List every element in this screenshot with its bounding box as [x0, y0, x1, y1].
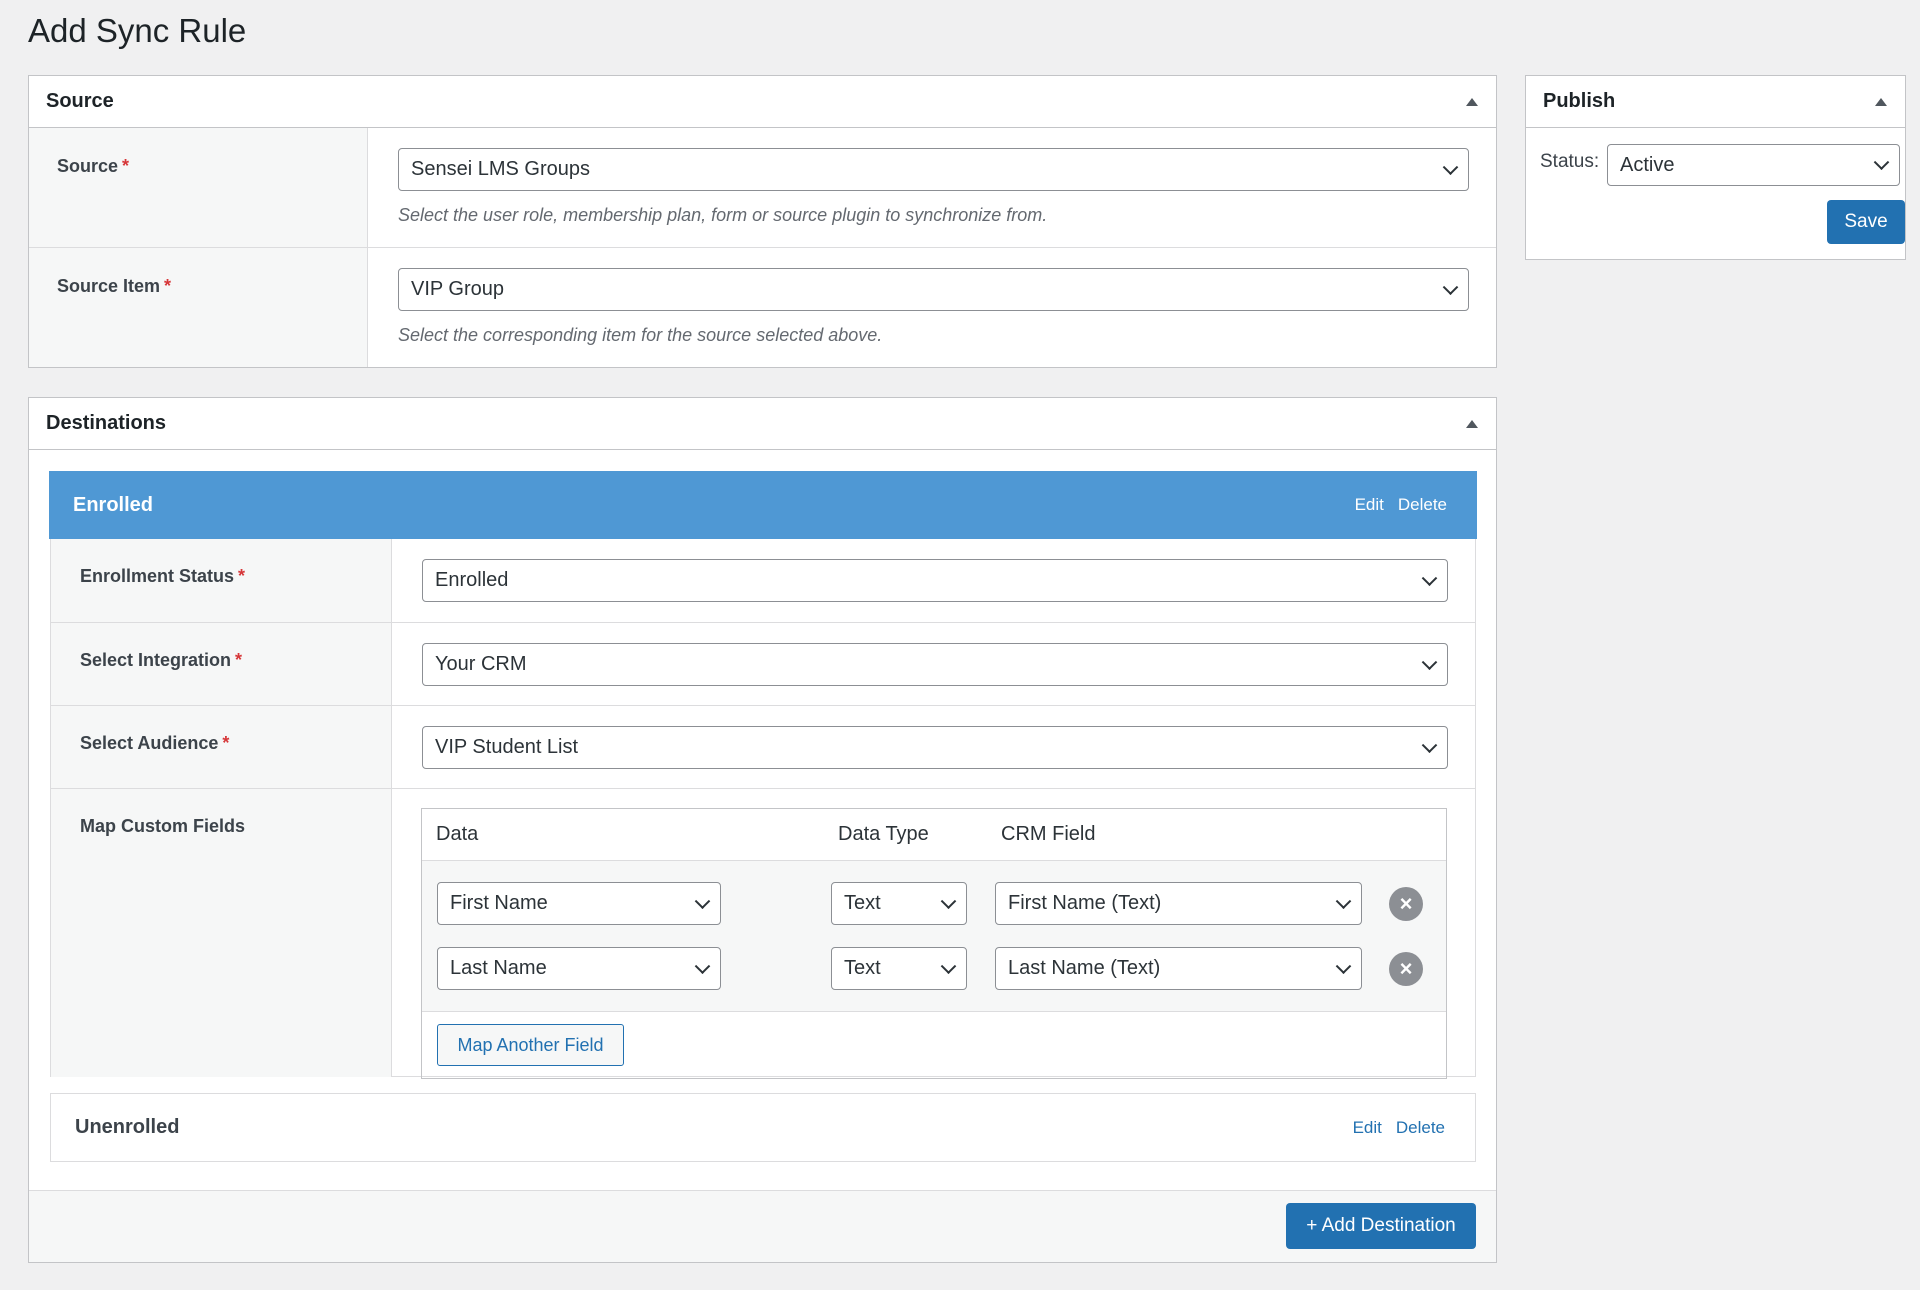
column-header-data-type: Data Type [838, 823, 929, 845]
add-destination-button[interactable]: + Add Destination [1286, 1203, 1476, 1249]
enrollment-status-row: Enrollment Status * Enrolled [51, 539, 1475, 623]
integration-select[interactable]: Your CRM [422, 643, 1448, 686]
chevron-down-icon [1421, 653, 1438, 670]
source-row: Source * Sensei LMS Groups Select the use… [29, 128, 1496, 248]
remove-row-icon[interactable]: × [1389, 951, 1423, 986]
status-select-value: Active [1620, 153, 1675, 176]
source-box-header[interactable]: Source [29, 76, 1496, 128]
enrollment-status-label: Enrollment Status [80, 566, 235, 586]
chevron-down-icon [940, 892, 957, 909]
destination-header-unenrolled[interactable]: Unenrolled Edit Delete [50, 1093, 1476, 1162]
destinations-box: Destinations Enrolled Edit Delete Enrollm… [28, 397, 1497, 1263]
source-item-label: Source Item [57, 276, 161, 296]
edit-link[interactable]: Edit [1355, 495, 1384, 514]
collapse-arrow-icon[interactable] [1875, 97, 1887, 106]
save-button[interactable]: Save [1827, 200, 1905, 244]
destination-title: Unenrolled [75, 1116, 180, 1138]
destination-body-enrolled: Enrollment Status * Enrolled Select Integ… [50, 539, 1476, 1079]
required-asterisk: * [164, 276, 172, 296]
source-box: Source Source * Sensei LMS Groups Select … [28, 75, 1497, 368]
map-custom-fields-label: Map Custom Fields [80, 816, 246, 836]
delete-link[interactable]: Delete [1398, 495, 1447, 514]
integration-value: Your CRM [435, 653, 527, 675]
crm-field-select[interactable]: First Name (Text) [995, 882, 1362, 925]
source-item-select-value: VIP Group [411, 278, 505, 300]
data-select-value: Last Name [450, 957, 547, 979]
source-item-description: Select the corresponding item for the so… [398, 325, 883, 345]
chevron-down-icon [1442, 278, 1459, 295]
crm-field-select-value: Last Name (Text) [1008, 957, 1161, 979]
publish-box-title: Publish [1543, 90, 1616, 112]
chevron-down-icon [1873, 154, 1890, 171]
integration-row: Select Integration * Your CRM [51, 623, 1475, 706]
remove-row-icon[interactable]: × [1389, 886, 1423, 921]
source-label: Source [57, 156, 119, 176]
enrollment-status-value: Enrolled [435, 569, 509, 591]
chevron-down-icon [694, 957, 711, 974]
publish-box-header[interactable]: Publish [1526, 76, 1905, 128]
edit-link[interactable]: Edit [1353, 1118, 1382, 1137]
destinations-footer: + Add Destination [29, 1190, 1496, 1262]
source-description: Select the user role, membership plan, f… [398, 205, 1048, 225]
page-title: Add Sync Rule [28, 12, 247, 49]
status-select[interactable]: Active [1607, 144, 1900, 186]
data-type-select-value: Text [844, 892, 881, 914]
source-item-row: Source Item * VIP Group Select the corres… [29, 248, 1496, 367]
column-header-data: Data [436, 823, 479, 845]
chevron-down-icon [1421, 736, 1438, 753]
chevron-down-icon [940, 957, 957, 974]
chevron-down-icon [1421, 569, 1438, 586]
data-type-select-value: Text [844, 957, 881, 979]
data-type-select[interactable]: Text [831, 882, 967, 925]
source-item-select[interactable]: VIP Group [398, 268, 1469, 311]
destinations-box-header[interactable]: Destinations [29, 398, 1496, 450]
chevron-down-icon [1442, 158, 1459, 175]
required-asterisk: * [122, 156, 130, 176]
audience-select[interactable]: VIP Student List [422, 726, 1448, 769]
destinations-box-title: Destinations [46, 412, 167, 434]
destination-header-enrolled[interactable]: Enrolled Edit Delete [49, 471, 1477, 539]
table-row: Last Name Text Last Name (Text) × [422, 936, 1446, 1001]
map-another-field-button[interactable]: Map Another Field [437, 1024, 624, 1066]
data-select-value: First Name [450, 892, 548, 914]
collapse-arrow-icon[interactable] [1466, 419, 1478, 428]
source-select-value: Sensei LMS Groups [411, 158, 590, 180]
field-mapping-rows: First Name Text First Name (Text) × Last… [422, 861, 1446, 1012]
source-box-title: Source [46, 90, 114, 112]
audience-value: VIP Student List [435, 736, 579, 758]
chevron-down-icon [1335, 957, 1352, 974]
required-asterisk: * [235, 650, 243, 670]
field-mapping-header: Data Data Type CRM Field [422, 809, 1446, 861]
audience-row: Select Audience * VIP Student List [51, 706, 1475, 789]
enrollment-status-select[interactable]: Enrolled [422, 559, 1448, 602]
delete-link[interactable]: Delete [1396, 1118, 1445, 1137]
audience-label: Select Audience [80, 733, 219, 753]
data-select[interactable]: First Name [437, 882, 721, 925]
source-select[interactable]: Sensei LMS Groups [398, 148, 1469, 191]
required-asterisk: * [222, 733, 230, 753]
chevron-down-icon [1335, 892, 1352, 909]
column-header-crm-field: CRM Field [1001, 823, 1096, 845]
status-label: Status: [1540, 151, 1600, 172]
crm-field-select[interactable]: Last Name (Text) [995, 947, 1362, 990]
required-asterisk: * [238, 566, 246, 586]
field-mapping-table: Data Data Type CRM Field First Name Text [421, 808, 1447, 1079]
chevron-down-icon [694, 892, 711, 909]
crm-field-select-value: First Name (Text) [1008, 892, 1162, 914]
data-type-select[interactable]: Text [831, 947, 967, 990]
collapse-arrow-icon[interactable] [1466, 97, 1478, 106]
integration-label: Select Integration [80, 650, 232, 670]
table-row: First Name Text First Name (Text) × [422, 871, 1446, 936]
destination-title: Enrolled [73, 493, 154, 516]
data-select[interactable]: Last Name [437, 947, 721, 990]
publish-box: Publish Status: Active Save [1525, 75, 1906, 260]
map-custom-fields-row: Map Custom Fields Data Data Type CRM Fie… [51, 789, 1475, 1079]
